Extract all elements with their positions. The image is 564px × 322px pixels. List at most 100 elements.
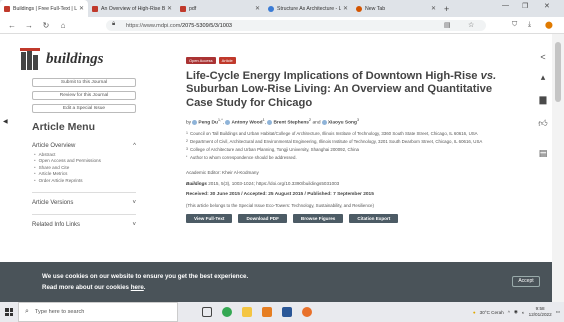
article-actions: View Full-Text Download PDF Browse Figur… <box>186 213 516 223</box>
close-tab-icon[interactable]: ✕ <box>431 5 436 12</box>
edit-special-issue-button[interactable]: Edit a Special Issue <box>32 104 136 113</box>
close-tab-icon[interactable]: ✕ <box>167 5 172 12</box>
special-issue-note: (This article belongs to the Special Iss… <box>186 202 374 208</box>
cookie-here-link[interactable]: here <box>131 284 144 291</box>
article-main: Open Access Article Life-Cycle Energy Im… <box>186 44 516 223</box>
notes-icon[interactable]: ▤ <box>536 148 550 159</box>
comment-icon[interactable]: ▆ <box>536 94 550 105</box>
new-tab-button[interactable]: + <box>444 4 449 14</box>
close-tab-icon[interactable]: ✕ <box>343 5 348 12</box>
download-pdf-button[interactable]: Download PDF <box>238 213 287 223</box>
overview-list: Abstract Open Access and Permissions Sha… <box>34 152 145 184</box>
journal-logo[interactable]: buildings <box>20 44 145 74</box>
clock[interactable]: 9:58 12/01/2022 <box>529 306 552 318</box>
search-icon: ⌕ <box>25 308 29 315</box>
minimize-icon[interactable]: — <box>502 2 509 9</box>
mdpi-favicon-icon <box>180 5 186 12</box>
article-menu-title: Article Menu <box>32 121 96 133</box>
affiliations: 1 Council on Tall Buildings and Urban Hab… <box>186 131 516 161</box>
expand-icon[interactable]: ▴ <box>536 72 550 83</box>
home-icon[interactable]: ⌂ <box>58 21 68 30</box>
restore-icon[interactable]: ❐ <box>522 2 528 10</box>
close-tab-icon[interactable]: ✕ <box>255 5 260 12</box>
affiliation-item: 2 Department of Civil, Architectural and … <box>186 138 483 144</box>
network-icon[interactable]: ◉ <box>514 309 518 315</box>
reload-icon[interactable]: ↻ <box>41 21 51 30</box>
chevron-down-icon: ˅ <box>132 200 136 207</box>
notification-icon[interactable]: ▭ <box>556 309 560 315</box>
view-full-text-button[interactable]: View Full-Text <box>186 213 233 223</box>
tab-overview[interactable]: An Overview of High-Rise B... ✕ <box>88 0 176 17</box>
author-avatar-icon <box>267 119 273 125</box>
share-icon[interactable]: < <box>536 52 550 62</box>
chevron-down-icon: ˅ <box>132 222 136 229</box>
shield-icon[interactable]: ⛉ <box>512 21 517 29</box>
bookmark-star-icon[interactable]: ☆ <box>468 21 474 29</box>
affiliation-item: * Author to whom correspondence should be… <box>186 154 297 160</box>
sidebar: buildings Submit to this Journal Review … <box>20 44 145 228</box>
close-window-icon[interactable]: ✕ <box>544 2 550 10</box>
article-title: Life-Cycle Energy Implications of Downto… <box>186 70 497 109</box>
citation-export-button[interactable]: Citation Export <box>349 213 399 223</box>
url-path: /2075-5309/5/3/1003 <box>180 22 233 29</box>
tab-pdf[interactable]: pdf ✕ <box>176 0 264 17</box>
author-link[interactable]: Peng Du <box>198 121 217 126</box>
download-icon[interactable]: ⤓ <box>528 21 531 29</box>
firefox-icon[interactable] <box>298 302 316 322</box>
chrome-icon[interactable] <box>218 302 236 322</box>
author-link[interactable]: Antony Wood <box>231 121 262 126</box>
start-button[interactable] <box>0 302 18 322</box>
review-journal-button[interactable]: Review for this Journal <box>32 91 136 100</box>
file-explorer-icon[interactable] <box>238 302 256 322</box>
scrollbar-thumb[interactable] <box>555 42 561 102</box>
store-icon[interactable] <box>258 302 276 322</box>
article-versions-toggle[interactable]: Article Versions ˅ <box>32 200 136 206</box>
affiliation-item: 1 Council on Tall Buildings and Urban Hab… <box>186 130 478 136</box>
chevron-up-icon: ^ <box>133 143 136 149</box>
article-overview-toggle[interactable]: Article Overview ^ <box>32 143 136 149</box>
tab-structure[interactable]: Structure As Architecture - Ll ✕ <box>264 0 352 17</box>
author-list: by Peng Du1,*, Antony Wood1, Brent Steph… <box>186 117 360 126</box>
task-view-icon[interactable] <box>198 302 216 322</box>
forward-icon[interactable]: → <box>24 21 34 30</box>
mdpi-favicon-icon <box>92 5 98 12</box>
tab-bar: Buildings | Free Full-Text | Li... ✕ An … <box>0 0 564 17</box>
volume-icon[interactable]: ◐ <box>522 310 525 315</box>
address-toolbar: ← → ↻ ⌂ 🔒︎ https://www.mdpi.com/2075-530… <box>0 17 564 34</box>
reader-view-icon[interactable]: ▤ <box>444 21 451 29</box>
windows-logo-icon <box>5 308 13 316</box>
accept-cookies-button[interactable]: Accept <box>512 276 540 287</box>
affiliation-item: 3 College of Architecture and Urban Plann… <box>186 146 359 152</box>
new-tab-favicon-icon <box>356 5 362 12</box>
taskbar-search[interactable]: ⌕ Type here to search <box>18 302 178 322</box>
word-icon[interactable] <box>278 302 296 322</box>
close-tab-icon[interactable]: ✕ <box>79 5 84 12</box>
cookie-banner: We use cookies on our website to ensure … <box>0 262 552 302</box>
author-avatar-icon <box>192 119 198 125</box>
sidebar-item-reprints[interactable]: Order Article Reprints <box>34 178 145 184</box>
submit-journal-button[interactable]: Submit to this Journal <box>32 78 136 87</box>
open-access-badge: Open Access <box>186 57 216 64</box>
author-link[interactable]: Xiaoyu Song <box>328 121 357 126</box>
tab-buildings[interactable]: Buildings | Free Full-Text | Li... ✕ <box>0 0 88 17</box>
system-tray: ● 30°C Cerah ^ ◉ ◐ 9:58 12/01/2022 ▭ <box>473 302 560 322</box>
tab-new-tab[interactable]: New Tab ✕ <box>352 0 440 17</box>
divider <box>32 214 136 216</box>
collapse-sidebar-icon[interactable]: ◀ <box>3 118 8 125</box>
author-avatar-icon <box>225 119 231 125</box>
url-bar[interactable]: 🔒︎ https://www.mdpi.com/2075-5309/5/3/10… <box>106 20 486 31</box>
weather-text[interactable]: 30°C Cerah <box>480 310 504 315</box>
author-link[interactable]: Brent Stephens <box>273 121 308 126</box>
cookie-message: We use cookies on our website to ensure … <box>42 273 249 280</box>
taskbar: ⌕ Type here to search ● 30°C Cerah ^ ◉ ◐… <box>0 302 564 322</box>
like-icon[interactable]: 👍︎ <box>536 118 550 129</box>
article-type-badge: Article <box>218 57 236 64</box>
tray-chevron-icon[interactable]: ^ <box>508 310 510 315</box>
buildings-logo-icon <box>20 48 40 70</box>
lock-icon: 🔒︎ <box>112 21 116 27</box>
back-icon[interactable]: ← <box>7 21 17 30</box>
extension-icon[interactable]: ⬤ <box>545 21 553 29</box>
page-scrollbar[interactable] <box>552 34 564 302</box>
browse-figures-button[interactable]: Browse Figures <box>292 213 344 223</box>
related-links-toggle[interactable]: Related Info Links ˅ <box>32 222 136 228</box>
